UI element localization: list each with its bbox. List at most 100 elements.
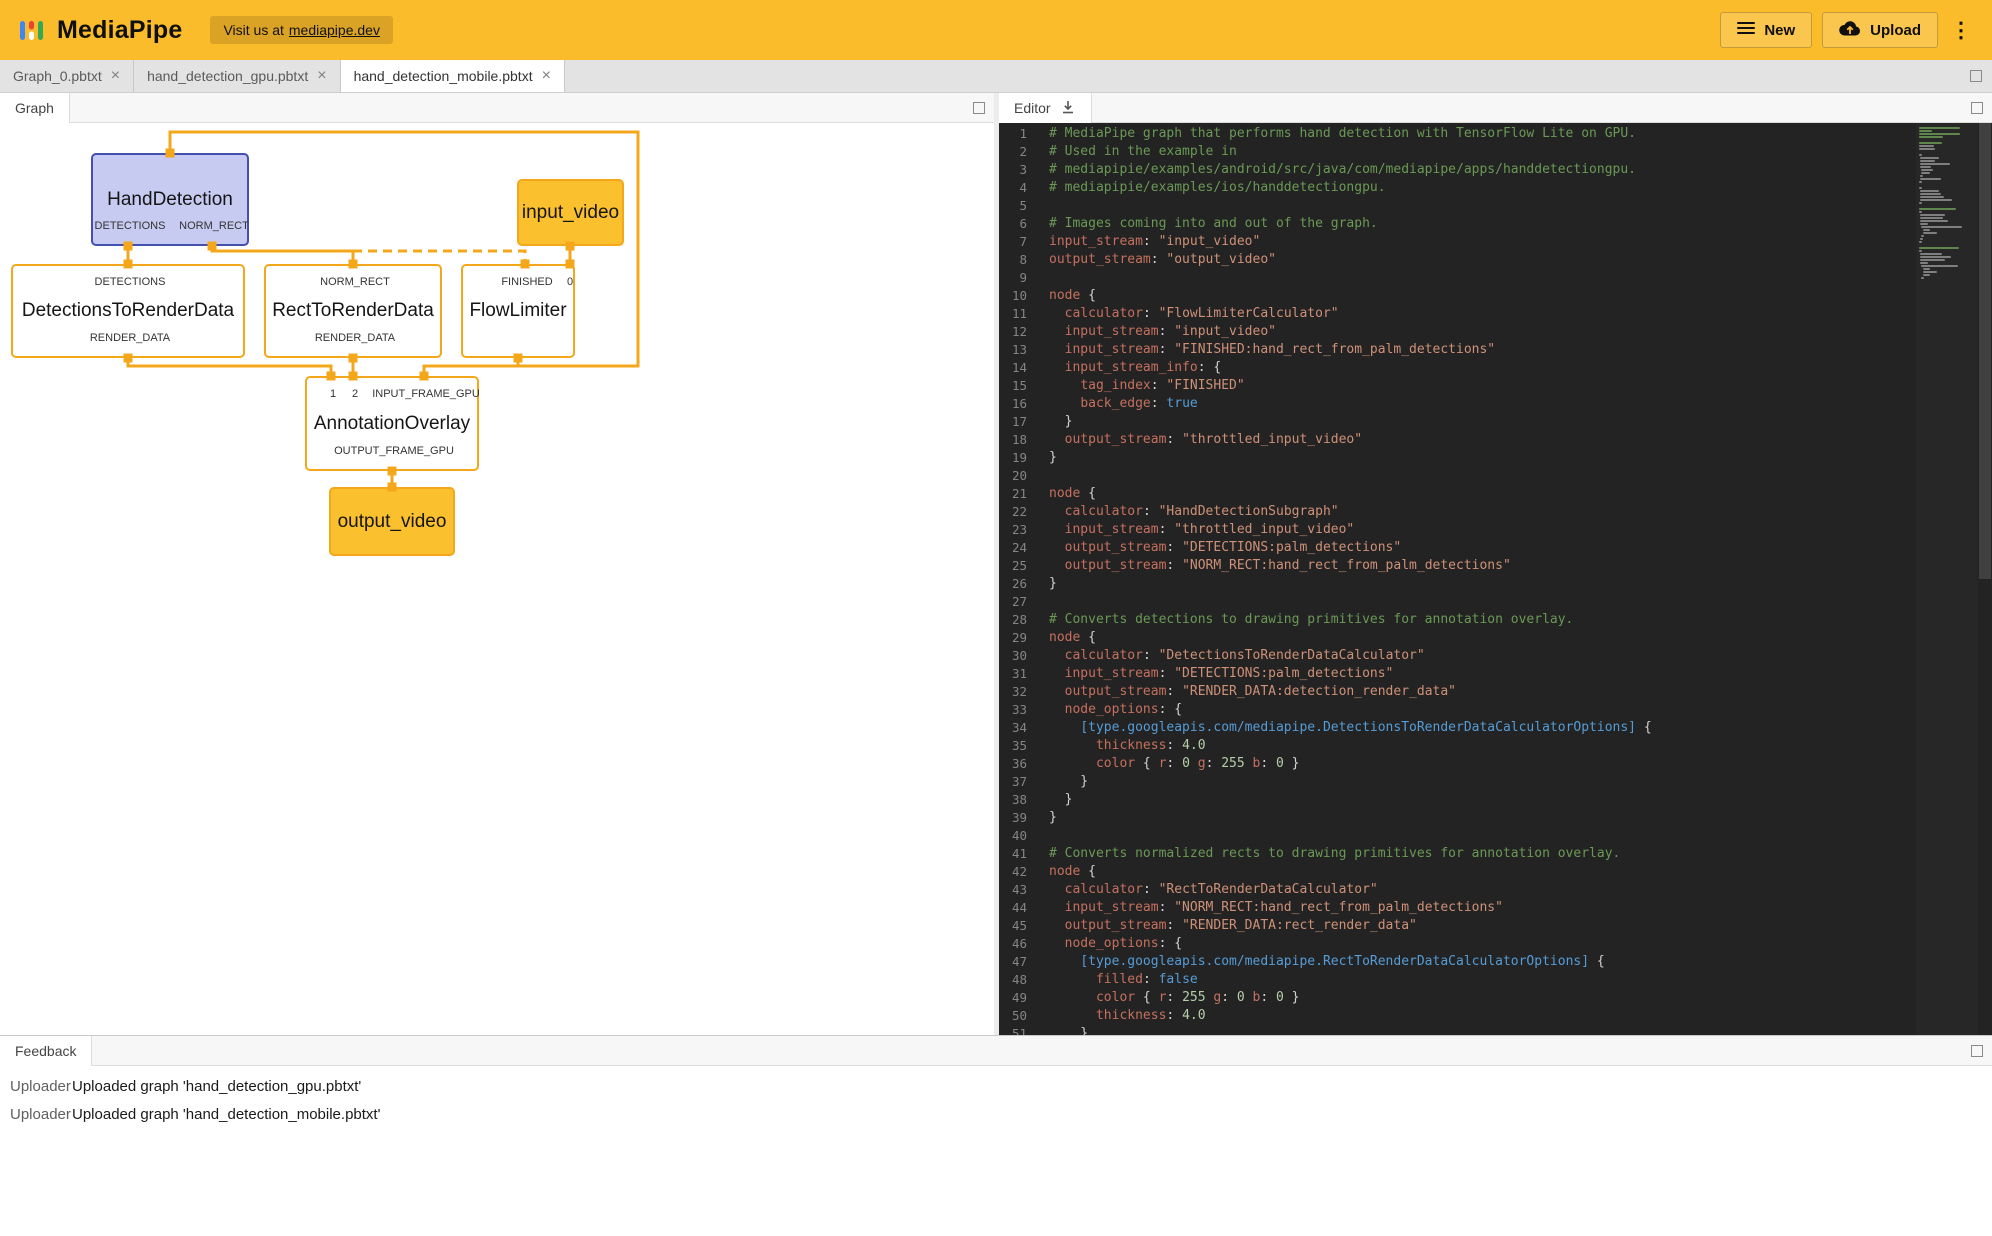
graph-node-annotationoverlay[interactable]: AnnotationOverlay12INPUT_FRAME_GPUOUTPUT…: [305, 376, 479, 471]
file-tab[interactable]: hand_detection_gpu.pbtxt×: [134, 60, 340, 92]
code-line: 23 input_stream: "throttled_input_video": [999, 521, 1902, 539]
port-connector[interactable]: [349, 354, 358, 363]
close-icon[interactable]: ×: [111, 68, 120, 84]
port-connector[interactable]: [124, 260, 133, 269]
graph-node-handdetection[interactable]: HandDetectionDETECTIONSNORM_RECT: [91, 153, 249, 246]
graph-node-recttorenderdata[interactable]: RectToRenderDataNORM_RECTRENDER_DATA: [264, 264, 442, 358]
download-icon[interactable]: [1060, 99, 1076, 118]
port-label: RENDER_DATA: [315, 332, 395, 344]
line-number: 29: [999, 629, 1049, 647]
minimap-line: [1921, 226, 1961, 228]
port-label: RENDER_DATA: [90, 332, 170, 344]
line-number: 13: [999, 341, 1049, 359]
port-connector[interactable]: [420, 372, 429, 381]
port-connector[interactable]: [349, 372, 358, 381]
feedback-tab-label: Feedback: [15, 1043, 76, 1059]
minimap-line: [1919, 148, 1935, 150]
line-number: 30: [999, 647, 1049, 665]
port-connector[interactable]: [566, 242, 575, 251]
code-line: 10node {: [999, 287, 1902, 305]
line-number: 22: [999, 503, 1049, 521]
scrollbar-thumb[interactable]: [1979, 123, 1991, 579]
file-tab-strip: Graph_0.pbtxt×hand_detection_gpu.pbtxt×h…: [0, 60, 1992, 93]
feedback-source: Uploader: [10, 1106, 72, 1123]
minimap-line: [1919, 133, 1960, 135]
maximize-icon[interactable]: [1971, 102, 1983, 114]
code-line: 3# mediapipie/examples/android/src/java/…: [999, 161, 1902, 179]
minimap-line: [1920, 223, 1928, 225]
header-actions: New Upload ⋮: [1720, 12, 1974, 48]
minimap-line: [1919, 145, 1934, 147]
code-line: 47 [type.googleapis.com/mediapipe.RectTo…: [999, 953, 1902, 971]
node-title: HandDetection: [93, 189, 247, 211]
close-icon[interactable]: ×: [317, 68, 326, 84]
code-text: # Images coming into and out of the grap…: [1049, 215, 1378, 233]
minimap-line: [1919, 208, 1956, 210]
port-connector[interactable]: [166, 149, 175, 158]
port-connector[interactable]: [388, 467, 397, 476]
graph-node-detectionstorenderdata[interactable]: DetectionsToRenderDataDETECTIONSRENDER_D…: [11, 264, 245, 358]
tab-graph[interactable]: Graph: [0, 93, 70, 123]
port-connector[interactable]: [124, 354, 133, 363]
line-number: 34: [999, 719, 1049, 737]
code-text: thickness: 4.0: [1049, 1007, 1206, 1025]
minimap-line: [1919, 247, 1959, 249]
cloud-upload-icon: [1839, 20, 1861, 40]
code-line: 29node {: [999, 629, 1902, 647]
graph-node-output_video[interactable]: output_video: [329, 487, 455, 556]
maximize-icon[interactable]: [1971, 1045, 1983, 1057]
line-number: 45: [999, 917, 1049, 935]
code-text: # mediapipie/examples/ios/handdetectiong…: [1049, 179, 1386, 197]
upload-button-label: Upload: [1870, 22, 1921, 39]
node-title: output_video: [331, 511, 453, 533]
minimap-line: [1923, 274, 1931, 276]
port-connector[interactable]: [388, 483, 397, 492]
port-connector[interactable]: [514, 354, 523, 363]
code-text: tag_index: "FINISHED": [1049, 377, 1245, 395]
code-line: 15 tag_index: "FINISHED": [999, 377, 1902, 395]
minimap-line: [1919, 187, 1922, 189]
feedback-row: UploaderUploaded graph 'hand_detection_m…: [0, 1100, 1992, 1128]
port-connector[interactable]: [521, 260, 530, 269]
visit-link[interactable]: mediapipe.dev: [289, 22, 380, 38]
port-connector[interactable]: [208, 242, 217, 251]
code-line: 34 [type.googleapis.com/mediapipe.Detect…: [999, 719, 1902, 737]
code-text: [type.googleapis.com/mediapipe.Detection…: [1049, 719, 1652, 737]
code-text: }: [1049, 1025, 1088, 1035]
minimap-line: [1921, 265, 1958, 267]
close-icon[interactable]: ×: [542, 68, 551, 84]
upload-button[interactable]: Upload: [1822, 12, 1938, 48]
tab-editor[interactable]: Editor: [999, 93, 1092, 123]
port-connector[interactable]: [124, 242, 133, 251]
line-number: 6: [999, 215, 1049, 233]
minimap-line: [1920, 157, 1939, 159]
code-text: }: [1049, 791, 1072, 809]
file-tab[interactable]: Graph_0.pbtxt×: [0, 60, 134, 92]
minimap-line: [1919, 142, 1942, 144]
minimap-line: [1921, 277, 1924, 279]
tab-feedback[interactable]: Feedback: [0, 1036, 92, 1066]
graph-node-input_video[interactable]: input_video: [517, 179, 624, 246]
line-number: 18: [999, 431, 1049, 449]
graph-node-flowlimiter[interactable]: FlowLimiterFINISHED0: [461, 264, 575, 358]
editor-minimap[interactable]: [1916, 123, 1978, 1035]
port-connector[interactable]: [349, 260, 358, 269]
code-editor[interactable]: 1# MediaPipe graph that performs hand de…: [999, 123, 1992, 1035]
port-connector[interactable]: [566, 260, 575, 269]
port-connector[interactable]: [327, 372, 336, 381]
code-text: }: [1049, 449, 1057, 467]
editor-scrollbar[interactable]: [1978, 123, 1992, 1035]
file-tab[interactable]: hand_detection_mobile.pbtxt×: [341, 60, 565, 92]
line-number: 9: [999, 269, 1049, 287]
feedback-message: Uploaded graph 'hand_detection_gpu.pbtxt…: [72, 1078, 361, 1095]
code-text: # Used in the example in: [1049, 143, 1237, 161]
more-options-button[interactable]: ⋮: [1948, 12, 1974, 48]
minimap-line: [1920, 199, 1951, 201]
minimap-line: [1920, 160, 1935, 162]
maximize-icon[interactable]: [973, 102, 985, 114]
maximize-icon[interactable]: [1970, 70, 1982, 82]
code-line: 48 filled: false: [999, 971, 1902, 989]
port-label: OUTPUT_FRAME_GPU: [334, 445, 454, 457]
new-button[interactable]: New: [1720, 12, 1812, 48]
code-text: output_stream: "throttled_input_video": [1049, 431, 1362, 449]
